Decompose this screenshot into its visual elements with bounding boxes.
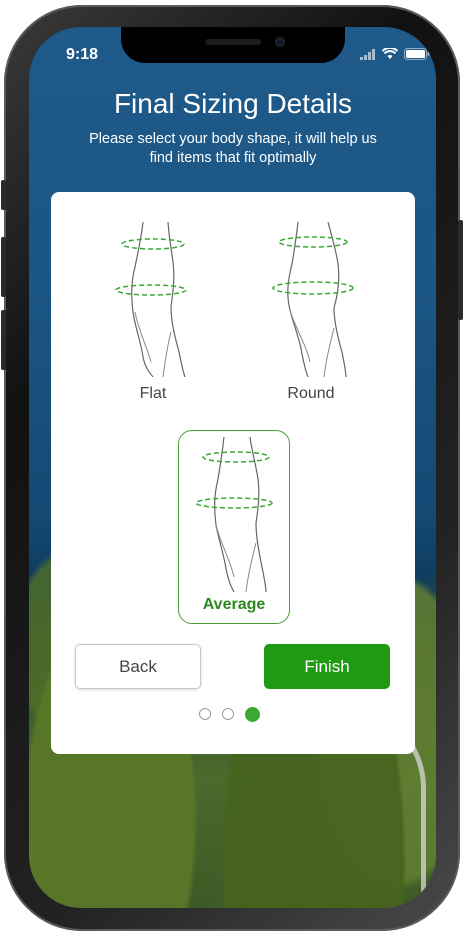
body-shape-card: Flat Round Average Back Finish (51, 192, 415, 754)
pagination-dot-2 (222, 708, 234, 720)
page-title: Final Sizing Details (113, 88, 353, 119)
volume-down-button (1, 310, 6, 370)
camera (275, 37, 285, 47)
notch (121, 27, 345, 63)
back-button[interactable]: Back (75, 644, 201, 689)
signal-icon (360, 47, 376, 65)
round-body-icon (272, 222, 354, 377)
speaker (205, 39, 261, 45)
pagination-dot-3 (245, 707, 260, 722)
page-subtitle: Please select your body shape, it will h… (89, 131, 377, 166)
finish-button[interactable]: Finish (264, 644, 390, 689)
pagination-dot-1 (199, 708, 211, 720)
power-button (458, 220, 463, 320)
volume-up-button (1, 237, 6, 297)
shape-label-round: Round (287, 385, 335, 402)
status-time: 9:18 (66, 46, 99, 63)
average-body-icon (195, 437, 273, 592)
pagination-dots (199, 707, 260, 722)
mute-switch (1, 180, 6, 210)
shape-label-flat: Flat (139, 385, 167, 402)
shape-label-average: Average (202, 596, 266, 613)
wifi-icon (381, 46, 399, 65)
status-icons (360, 46, 430, 65)
shape-option-round[interactable]: Round (261, 222, 361, 407)
battery-icon (404, 47, 430, 65)
shape-option-average[interactable]: Average (178, 430, 290, 624)
flat-body-icon (115, 222, 187, 377)
shape-option-flat[interactable]: Flat (103, 222, 203, 407)
